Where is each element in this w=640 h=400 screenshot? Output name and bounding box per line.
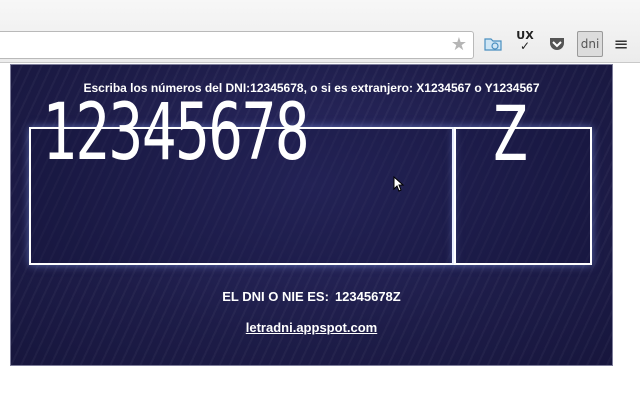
dni-extension-icon[interactable]: dni <box>577 31 603 57</box>
result-label: EL DNI O NIE ES: <box>222 289 329 304</box>
browser-toolbar: ★ UX ✓ dni ≡ <box>0 0 640 63</box>
bookmark-star-icon[interactable]: ★ <box>451 35 467 55</box>
pocket-icon[interactable] <box>546 33 568 55</box>
dni-digits[interactable]: 12345678 <box>42 94 310 172</box>
dni-letter: Z <box>491 89 528 178</box>
hamburger-menu-icon[interactable]: ≡ <box>610 33 632 55</box>
address-bar[interactable]: ★ <box>0 31 474 59</box>
result-value: 12345678Z <box>334 289 401 304</box>
site-link[interactable]: letradni.appspot.com <box>11 320 612 335</box>
ux-extension-icon[interactable]: UX ✓ <box>514 30 536 52</box>
check-icon: ✓ <box>519 39 531 53</box>
folder-icon[interactable] <box>482 33 504 55</box>
mouse-cursor-icon <box>393 175 405 196</box>
result-line: EL DNI O NIE ES: 12345678Z <box>11 289 612 304</box>
